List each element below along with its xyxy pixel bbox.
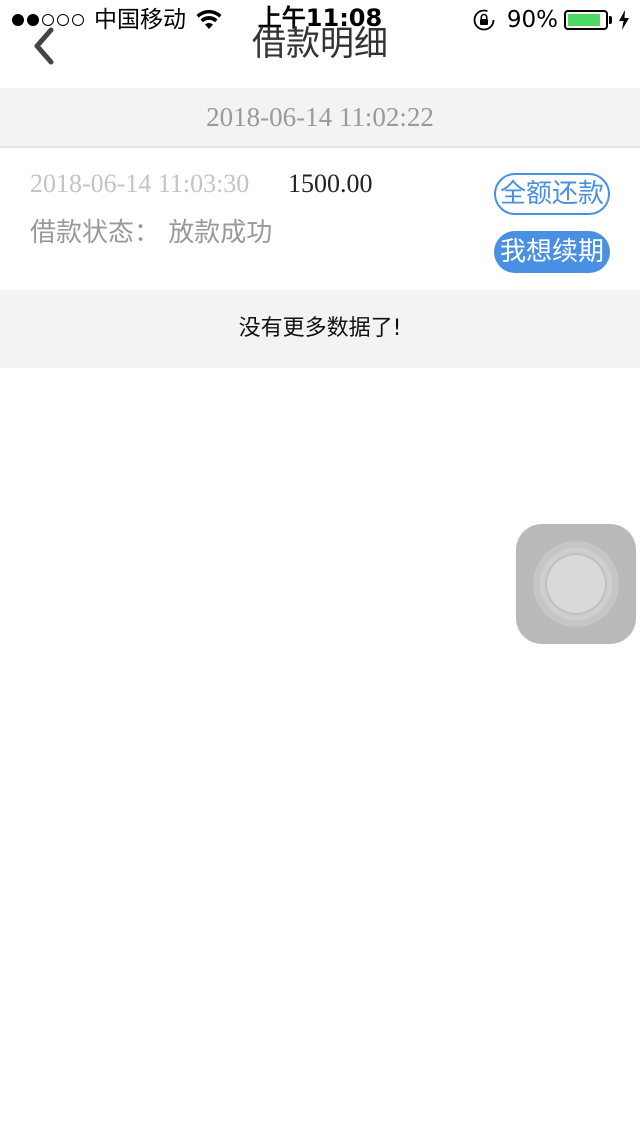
loan-status: 借款状态： 放款成功 <box>30 218 273 248</box>
nav-bar: 借款明细 <box>0 0 640 88</box>
assistive-touch-core <box>547 555 605 613</box>
loan-time: 2018-06-14 11:03:30 <box>30 169 250 198</box>
full-repayment-button[interactable]: 全额还款 <box>494 173 610 215</box>
assistive-touch-icon[interactable] <box>516 524 636 644</box>
page-title: 借款明细 <box>252 24 388 64</box>
date-section-header: 2018-06-14 11:02:22 <box>0 88 640 148</box>
renew-loan-button[interactable]: 我想续期 <box>494 231 610 273</box>
no-more-data-footer: 没有更多数据了! <box>0 290 640 368</box>
loan-amount: 1500.00 <box>288 169 373 198</box>
screen: 中国移动 上午11:08 90% 借款明细 2018-06-14 11:02:2… <box>0 0 640 1136</box>
loan-record-row: 2018-06-14 11:03:30 1500.00 借款状态： 放款成功 全… <box>0 148 640 290</box>
